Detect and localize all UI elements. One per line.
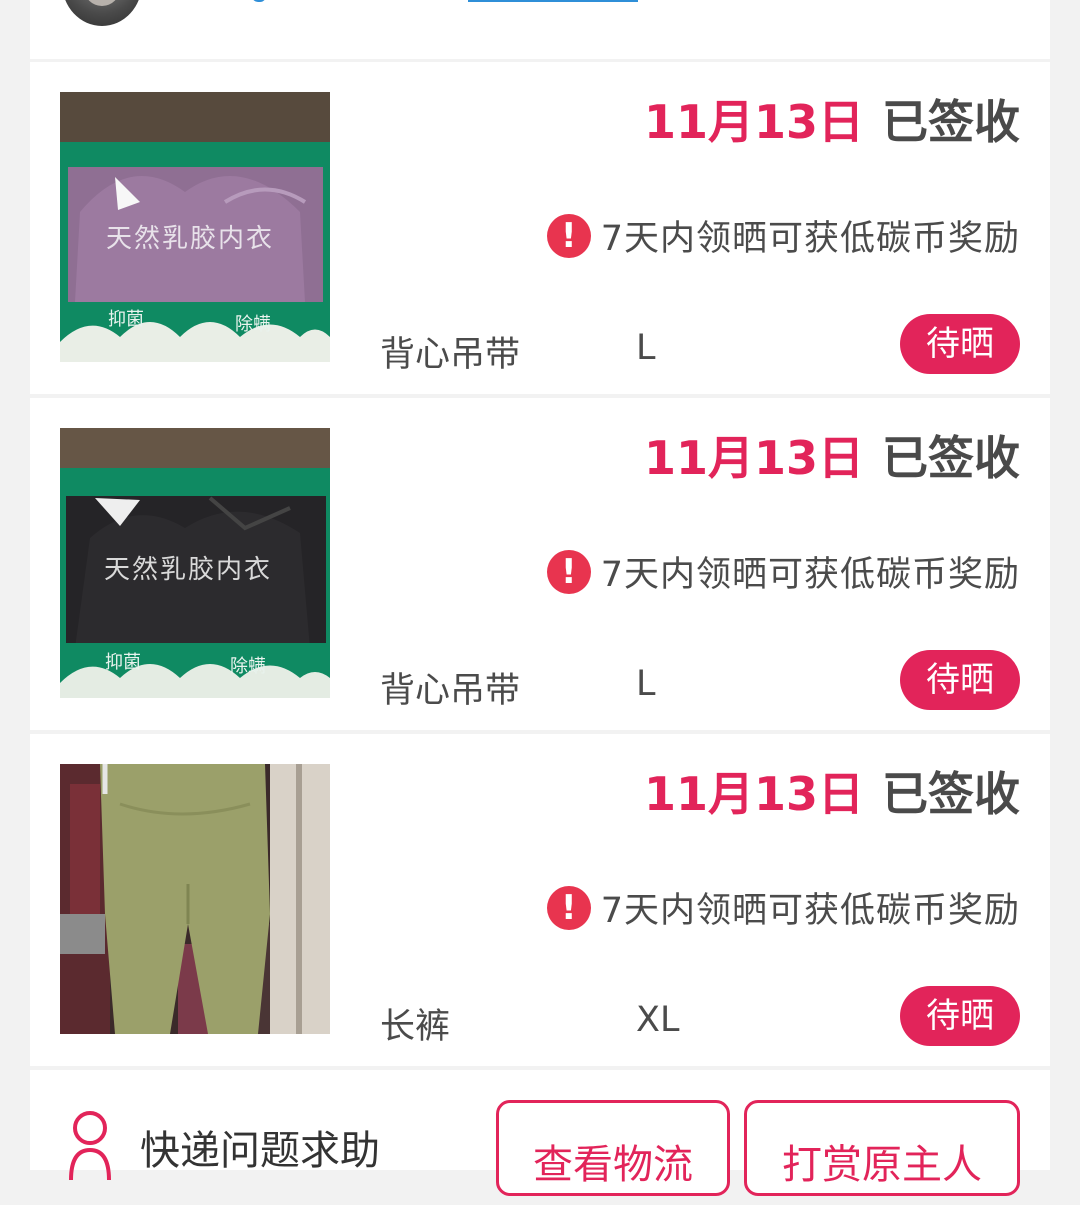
- await-share-button[interactable]: 待晒: [900, 986, 1020, 1046]
- order-item[interactable]: 天然乳胶内衣 抑菌 除螨 11月13日 已签收 ! 7天内领晒可获低碳币奖励 背心…: [30, 62, 1050, 394]
- product-size: L: [636, 664, 656, 704]
- product-size: L: [636, 328, 656, 368]
- person-icon: [69, 1111, 111, 1180]
- product-thumbnail[interactable]: [60, 764, 330, 1034]
- product-name: 背心吊带: [380, 671, 521, 711]
- alert-icon: !: [546, 213, 591, 258]
- product-name: 背心吊带: [380, 335, 521, 375]
- previous-card: [30, 0, 1050, 59]
- product-thumbnail[interactable]: 天然乳胶内衣 抑菌 除螨: [60, 92, 330, 362]
- reward-text: 7天内领晒可获低碳币奖励: [600, 555, 1020, 595]
- delivery-date: 11月13日: [643, 95, 864, 149]
- delivery-date: 11月13日: [643, 767, 864, 821]
- signed-status: 已签收: [882, 431, 1020, 485]
- product-name: 长裤: [380, 1007, 451, 1047]
- reward-notice: ! 7天内领晒可获低碳币奖励: [546, 546, 1020, 597]
- delivery-status: 11月13日 已签收: [644, 430, 1020, 486]
- alert-icon: !: [546, 885, 591, 930]
- tip-owner-button[interactable]: 打赏原主人: [744, 1100, 1020, 1196]
- package-title-text: 天然乳胶内衣: [106, 224, 274, 254]
- reward-text: 7天内领晒可获低碳币奖励: [600, 219, 1020, 259]
- username-fragment: [252, 0, 266, 2]
- signed-status: 已签收: [882, 95, 1020, 149]
- avatar[interactable]: [62, 0, 142, 26]
- package-right-tag: 除螨: [235, 314, 271, 335]
- delivery-status: 11月13日 已签收: [644, 94, 1020, 150]
- package-left-tag: 抑菌: [108, 309, 144, 330]
- view-logistics-button[interactable]: 查看物流: [496, 1100, 730, 1196]
- order-item[interactable]: 11月13日 已签收 ! 7天内领晒可获低碳币奖励 长裤 XL 待晒: [30, 734, 1050, 1066]
- await-share-button[interactable]: 待晒: [900, 650, 1020, 710]
- package-left-tag: 抑菌: [105, 652, 141, 673]
- order-actions-bar: 快递问题求助 查看物流 打赏原主人: [30, 1070, 1050, 1196]
- alert-icon: !: [546, 549, 591, 594]
- signed-status: 已签收: [882, 767, 1020, 821]
- await-share-button[interactable]: 待晒: [900, 314, 1020, 374]
- package-right-tag: 除螨: [230, 656, 266, 677]
- delivery-status: 11月13日 已签收: [644, 766, 1020, 822]
- delivery-help-link[interactable]: 快递问题求助: [140, 1118, 380, 1176]
- link-underline[interactable]: [468, 0, 638, 2]
- package-title-text: 天然乳胶内衣: [104, 555, 272, 585]
- reward-notice: ! 7天内领晒可获低碳币奖励: [546, 882, 1020, 933]
- reward-text: 7天内领晒可获低碳币奖励: [600, 891, 1020, 931]
- product-size: XL: [636, 1000, 680, 1040]
- reward-notice: ! 7天内领晒可获低碳币奖励: [546, 210, 1020, 261]
- order-item[interactable]: 天然乳胶内衣 抑菌 除螨 11月13日 已签收 ! 7天内领晒可获低碳币奖励 背心…: [30, 398, 1050, 730]
- delivery-date: 11月13日: [643, 431, 864, 485]
- product-thumbnail[interactable]: 天然乳胶内衣 抑菌 除螨: [60, 428, 330, 698]
